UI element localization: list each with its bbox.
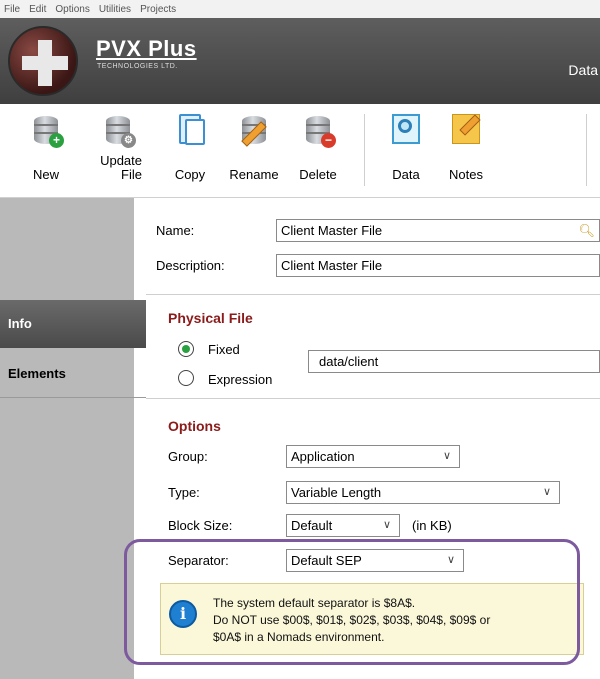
menu-edit[interactable]: Edit (29, 4, 46, 15)
page-title: Data (568, 62, 598, 78)
chevron-down-icon: ∨ (542, 486, 551, 498)
type-label: Type: (168, 485, 200, 500)
chevron-down-icon: ∨ (442, 450, 451, 462)
sidebar-item-label: Info (8, 316, 32, 331)
toolbar-separator (586, 114, 587, 186)
info-icon: i (169, 600, 197, 628)
new-button[interactable]: + New (20, 112, 72, 182)
menu-utilities[interactable]: Utilities (99, 4, 131, 15)
description-field[interactable]: Client Master File (276, 254, 600, 277)
fixed-radio[interactable] (178, 341, 194, 357)
block-size-label: Block Size: (168, 518, 233, 533)
delete-label: Delete (299, 167, 337, 182)
data-label: Data (392, 167, 420, 182)
options-title: Options (168, 418, 221, 434)
search-icon[interactable]: 🔍︎ (578, 220, 595, 241)
database-rename-icon (236, 112, 272, 148)
rename-button[interactable]: Rename (228, 112, 280, 182)
type-select[interactable]: Variable Length ∨ (286, 481, 560, 504)
block-size-select[interactable]: Default ∨ (286, 514, 400, 537)
info-message: The system default separator is $8A$. Do… (213, 595, 490, 646)
notes-button[interactable]: Notes (440, 112, 492, 182)
menu-options[interactable]: Options (55, 4, 89, 15)
info-line: Do NOT use $00$, $01$, $02$, $03$, $04$,… (213, 613, 491, 627)
divider (146, 294, 600, 295)
info-line: The system default separator is $8A$. (213, 596, 416, 610)
divider (146, 398, 600, 399)
data-button[interactable]: Data (380, 112, 432, 182)
name-label: Name: (156, 223, 195, 238)
toolbar-separator (364, 114, 365, 186)
toolbar: + New ⚙ Update File Copy Rename − Delete… (0, 104, 600, 198)
expression-label: Expression (208, 372, 273, 387)
sidebar-item-elements[interactable]: Elements (0, 350, 146, 398)
database-gear-icon: ⚙ (100, 112, 136, 148)
sidebar: Info Elements (0, 198, 146, 679)
pvx-logo-icon (8, 26, 78, 96)
database-delete-icon: − (300, 112, 336, 148)
separator-label: Separator: (168, 553, 229, 568)
block-size-value: Default (291, 518, 333, 533)
data-view-icon (388, 112, 424, 148)
header-banner: PVX Plus TECHNOLOGIES LTD. Data (0, 18, 600, 104)
separator-value: Default SEP (291, 553, 362, 568)
menu-projects[interactable]: Projects (140, 4, 176, 15)
separator-select[interactable]: Default SEP ∨ (286, 549, 464, 572)
group-value: Application (291, 449, 355, 464)
notes-icon (448, 112, 484, 148)
chevron-down-icon: ∨ (382, 519, 391, 531)
menu-file[interactable]: File (4, 4, 20, 15)
info-line: $0A$ in a Nomads environment. (213, 630, 385, 644)
chevron-down-icon: ∨ (446, 554, 455, 566)
database-add-icon: + (28, 112, 64, 148)
name-field[interactable]: Client Master File 🔍︎ (276, 219, 600, 242)
fixed-label: Fixed (208, 342, 240, 357)
group-select[interactable]: Application ∨ (286, 445, 460, 468)
physical-path-field[interactable]: data/client (308, 350, 600, 373)
description-value: Client Master File (281, 258, 383, 273)
brand-subtitle: TECHNOLOGIES LTD. (97, 63, 178, 70)
description-label: Description: (156, 258, 225, 273)
copy-button[interactable]: Copy (164, 112, 216, 182)
new-label: New (32, 167, 59, 182)
separator-info-box: i The system default separator is $8A$. … (160, 583, 584, 655)
sidebar-item-info[interactable]: Info (0, 300, 146, 348)
block-size-unit: (in KB) (412, 518, 452, 533)
name-value: Client Master File (281, 223, 383, 238)
brand-name: PVX Plus (96, 36, 197, 61)
menu-bar: File Edit Options Utilities Projects (0, 0, 600, 18)
delete-button[interactable]: − Delete (292, 112, 344, 182)
expression-radio[interactable] (178, 370, 194, 386)
notes-label: Notes (449, 167, 483, 182)
update-file-label: Update File (100, 153, 142, 182)
copy-label: Copy (174, 167, 206, 182)
copy-icon (172, 112, 208, 148)
main-panel: Name: Client Master File 🔍︎ Description:… (146, 198, 600, 679)
physical-path-value: data/client (319, 354, 379, 369)
type-value: Variable Length (291, 485, 382, 500)
rename-label: Rename (229, 167, 279, 182)
sidebar-item-label: Elements (8, 366, 66, 381)
physical-file-title: Physical File (168, 310, 253, 326)
update-file-button[interactable]: ⚙ Update File (92, 112, 144, 182)
group-label: Group: (168, 449, 208, 464)
